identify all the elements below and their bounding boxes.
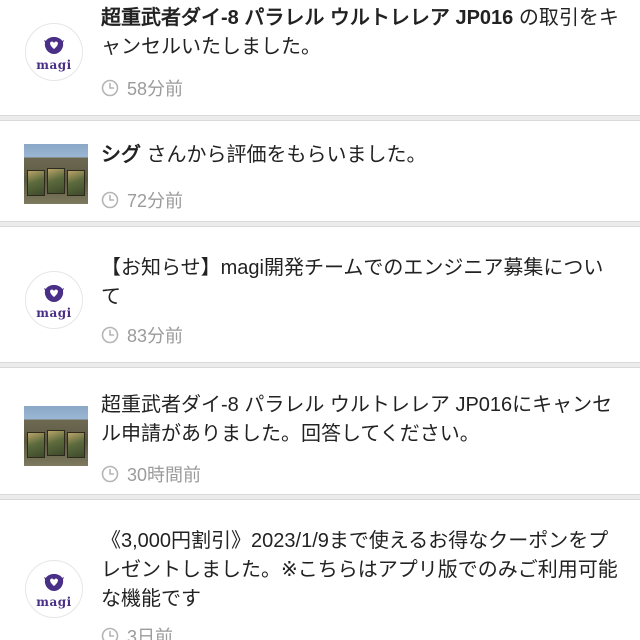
notification-item[interactable]: 超重武者ダイ-8 パラレル ウルトレレア JP016にキャンセル申請がありました…	[0, 368, 640, 494]
magi-logo-icon	[44, 574, 64, 591]
notification-timestamp: 72分前	[101, 187, 183, 213]
timestamp-label: 83分前	[127, 326, 184, 346]
notification-timestamp: 58分前	[101, 75, 183, 101]
notification-item[interactable]: シグ さんから評価をもらいました。 72分前	[0, 121, 640, 221]
magi-logo-avatar: magi	[25, 271, 83, 329]
notification-body: 【お知らせ】magi開発チームでのエンジニア募集について	[101, 257, 604, 308]
notification-timestamp: 83分前	[101, 322, 183, 348]
notification-message: 《3,000円割引》2023/1/9まで使えるお得なクーポンをプレゼントしました…	[101, 527, 622, 614]
clock-icon	[101, 465, 119, 483]
avatar-logo-text: magi	[36, 58, 72, 72]
notification-timestamp: 3日前	[101, 623, 173, 640]
notification-item[interactable]: magi 【お知らせ】magi開発チームでのエンジニア募集について 83分前	[0, 227, 640, 362]
notification-subject: 超重武者ダイ-8 パラレル ウルトレレア JP016	[101, 7, 514, 29]
magi-logo-avatar: magi	[25, 560, 83, 618]
notification-message: シグ さんから評価をもらいました。	[101, 141, 622, 170]
card-photo-thumbnail	[24, 406, 88, 466]
clock-icon	[101, 627, 119, 640]
notification-subject: シグ	[101, 144, 141, 166]
notification-message: 【お知らせ】magi開発チームでのエンジニア募集について	[101, 254, 622, 312]
timestamp-label: 30時間前	[127, 465, 202, 485]
notification-message: 超重武者ダイ-8 パラレル ウルトレレア JP016にキャンセル申請がありました…	[101, 391, 622, 449]
timestamp-label: 58分前	[127, 79, 184, 99]
clock-icon	[101, 326, 119, 344]
avatar-logo-text: magi	[36, 595, 72, 609]
clock-icon	[101, 191, 119, 209]
clock-icon	[101, 79, 119, 97]
card-photo-thumbnail	[24, 144, 88, 204]
notification-body: さんから評価をもらいました。	[141, 144, 427, 166]
notification-body: 《3,000円割引》2023/1/9まで使えるお得なクーポンをプレゼントしました…	[101, 530, 618, 610]
avatar-logo-text: magi	[36, 306, 72, 320]
notification-message: 超重武者ダイ-8 パラレル ウルトレレア JP016 の取引をキャンセルいたしま…	[101, 4, 622, 62]
timestamp-label: 3日前	[127, 627, 174, 640]
notification-body: 超重武者ダイ-8 パラレル ウルトレレア JP016にキャンセル申請がありました…	[101, 394, 613, 445]
notification-item[interactable]: magi 超重武者ダイ-8 パラレル ウルトレレア JP016 の取引をキャンセ…	[0, 0, 640, 115]
notification-timestamp: 30時間前	[101, 461, 201, 487]
timestamp-label: 72分前	[127, 191, 184, 211]
magi-logo-icon	[44, 285, 64, 302]
notification-list: magi 超重武者ダイ-8 パラレル ウルトレレア JP016 の取引をキャンセ…	[0, 0, 640, 640]
magi-logo-icon	[44, 37, 64, 54]
magi-logo-avatar: magi	[25, 23, 83, 81]
notification-item[interactable]: magi 《3,000円割引》2023/1/9まで使えるお得なクーポンをプレゼン…	[0, 500, 640, 640]
